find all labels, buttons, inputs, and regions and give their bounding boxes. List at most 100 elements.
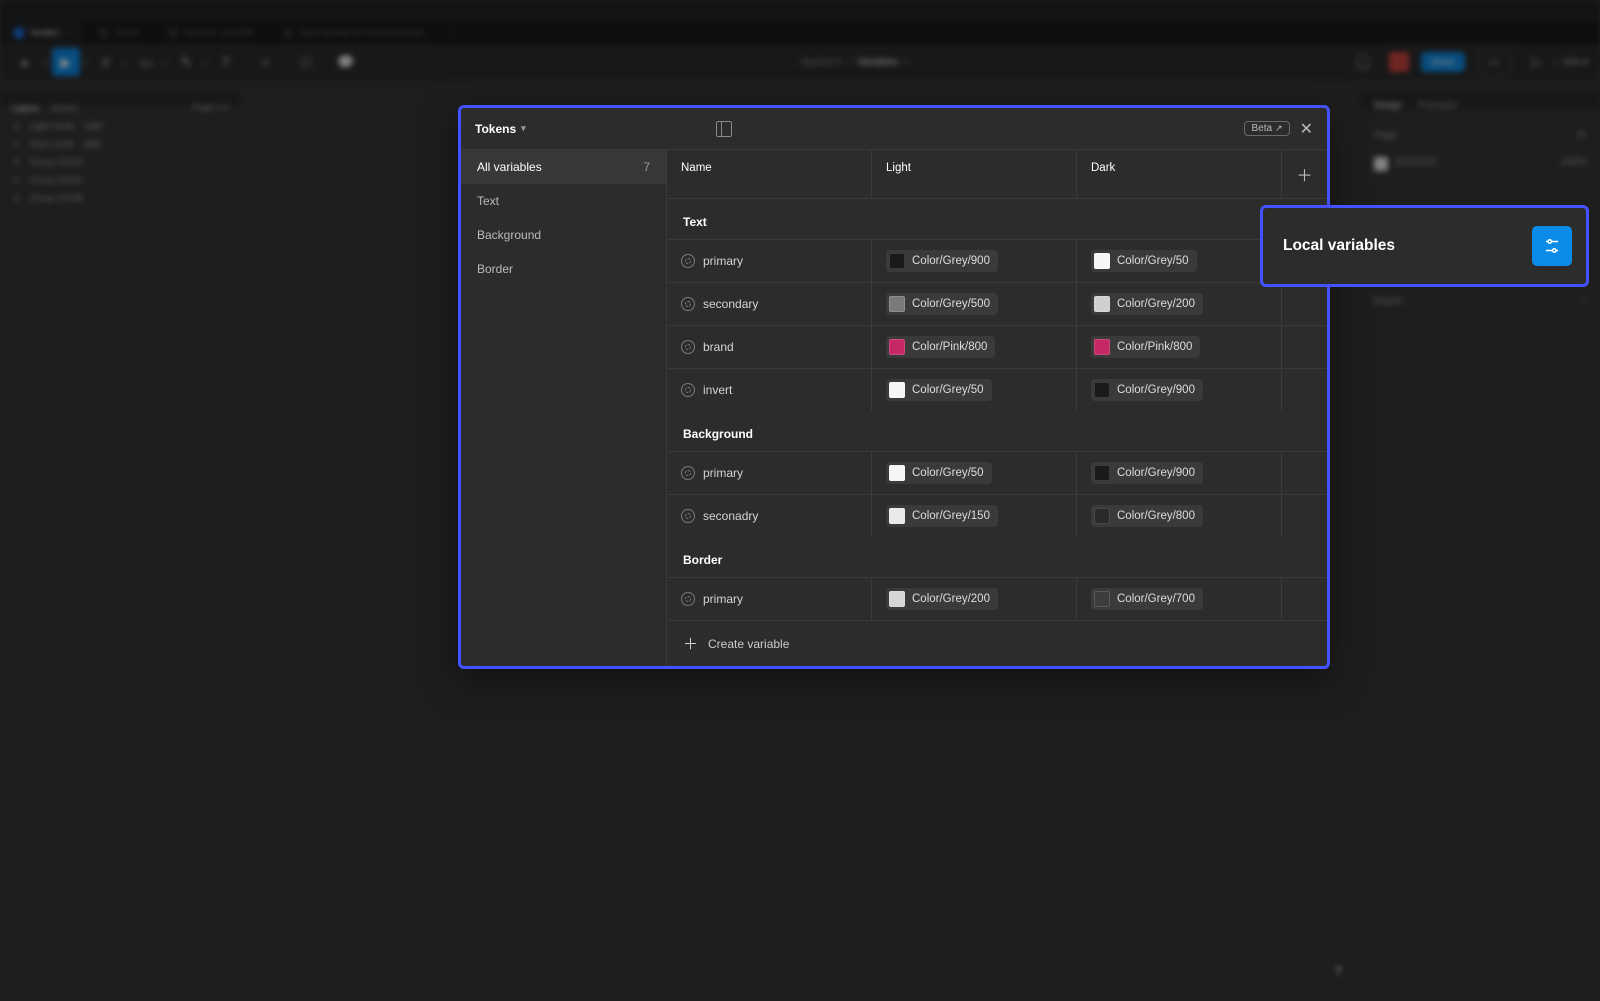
plus-icon: ＋	[683, 633, 698, 654]
frame-tool[interactable]: #▾	[92, 48, 120, 76]
color-variable-icon	[681, 297, 695, 311]
comment-tool[interactable]: 💬	[332, 48, 360, 76]
group-title: Background	[667, 411, 1327, 451]
columns-header: Name Light Dark ＋	[667, 150, 1327, 199]
tab-prototype[interactable]: Prototype	[1418, 100, 1457, 110]
main-toolbar: ▸▾ ▶▾ #▾ ▭▾ ✎▾ T ⌗ ⬡ 💬 digidop.fr / Vari…	[0, 44, 1600, 80]
variable-row[interactable]: primary Color/Grey/200 Color/Grey/700	[667, 577, 1327, 621]
group-title: Text	[667, 199, 1327, 239]
browser-tabs: Variables×YoutubeBlog 2023 - Q3 (NEW)Fig…	[0, 22, 1600, 44]
color-alias-chip[interactable]: Color/Grey/50	[1091, 250, 1197, 272]
local-variables-label: Local variables	[1283, 237, 1395, 255]
layer-row[interactable]: #Group 19130	[12, 171, 228, 189]
color-alias-chip[interactable]: Color/Pink/800	[1091, 336, 1200, 358]
variable-row[interactable]: primary Color/Grey/50 Color/Grey/900	[667, 451, 1327, 494]
variable-name[interactable]: invert	[703, 383, 732, 397]
layer-row[interactable]: #Dark modeDark	[12, 135, 228, 153]
share-button[interactable]: Share	[1421, 52, 1465, 72]
variable-row[interactable]: invert Color/Grey/50 Color/Grey/900	[667, 368, 1327, 411]
dev-mode-toggle[interactable]: </>	[1477, 48, 1511, 76]
resources-tool[interactable]: ⌗	[252, 48, 280, 76]
sidebar-item-all[interactable]: All variables7	[461, 150, 666, 184]
variable-name[interactable]: secondary	[703, 297, 758, 311]
color-alias-chip[interactable]: Color/Grey/900	[886, 250, 998, 272]
color-alias-chip[interactable]: Color/Pink/800	[886, 336, 995, 358]
create-variable-button[interactable]: ＋ Create variable	[667, 621, 1327, 666]
sidebar-item-background[interactable]: Background	[461, 218, 666, 252]
sliders-icon	[1543, 237, 1561, 255]
page-bg-opacity[interactable]: 100%	[1560, 157, 1586, 171]
color-variable-icon	[681, 383, 695, 397]
variable-name[interactable]: primary	[703, 592, 743, 606]
sidebar-toggle-icon[interactable]	[716, 121, 732, 137]
color-alias-chip[interactable]: Color/Grey/50	[886, 379, 992, 401]
page-bg-hex[interactable]: ECECEC	[1396, 157, 1438, 171]
color-alias-chip[interactable]: Color/Grey/500	[886, 293, 998, 315]
sidebar-item-text[interactable]: Text	[461, 184, 666, 218]
local-variables-callout: Local variables	[1260, 205, 1589, 287]
group-title: Border	[667, 537, 1327, 577]
color-alias-chip[interactable]: Color/Grey/700	[1091, 588, 1203, 610]
col-mode-dark[interactable]: Dark	[1077, 150, 1282, 198]
new-tab-button[interactable]: +	[439, 22, 463, 44]
color-alias-chip[interactable]: Color/Grey/900	[1091, 379, 1203, 401]
variable-name[interactable]: seconadry	[703, 509, 758, 523]
export-label[interactable]: Export	[1374, 296, 1403, 307]
add-mode-button[interactable]: ＋	[1296, 162, 1312, 186]
text-tool[interactable]: T	[212, 48, 240, 76]
col-name: Name	[667, 150, 872, 198]
variable-row[interactable]: brand Color/Pink/800 Color/Pink/800	[667, 325, 1327, 368]
variables-modal: Tokens▾ Beta↗ ✕ All variables7TextBackgr…	[458, 105, 1330, 669]
open-variables-button[interactable]	[1532, 226, 1572, 266]
col-mode-light[interactable]: Light	[872, 150, 1077, 198]
color-alias-chip[interactable]: Color/Grey/50	[886, 462, 992, 484]
audio-icon[interactable]: 🎧	[1349, 48, 1377, 76]
right-panel: Design Prototype Page ⟳ ECECEC 100% Loca…	[1360, 90, 1600, 110]
left-panel: Layers Assets Page 1 ▾ #Light modeLight#…	[0, 90, 240, 106]
tab-design[interactable]: Design	[1374, 100, 1402, 110]
main-menu[interactable]: ▸▾	[12, 48, 40, 76]
layer-row[interactable]: #Group 19128	[12, 189, 228, 207]
color-alias-chip[interactable]: Color/Grey/150	[886, 505, 998, 527]
color-alias-chip[interactable]: Color/Grey/200	[1091, 293, 1203, 315]
layer-row[interactable]: #Light modeLight	[12, 117, 228, 135]
browser-tab[interactable]: Variables×	[0, 22, 84, 44]
tab-layers[interactable]: Layers	[12, 103, 39, 113]
color-alias-chip[interactable]: Color/Grey/800	[1091, 505, 1203, 527]
variable-row[interactable]: secondary Color/Grey/500 Color/Grey/200	[667, 282, 1327, 325]
hand-tool[interactable]: ⬡	[292, 48, 320, 76]
variable-name[interactable]: brand	[703, 340, 734, 354]
sidebar-item-border[interactable]: Border	[461, 252, 666, 286]
color-variable-icon	[681, 466, 695, 480]
beta-badge[interactable]: Beta↗	[1244, 121, 1289, 136]
move-tool[interactable]: ▶▾	[52, 48, 80, 76]
page-select[interactable]: Page 1 ▾	[192, 102, 228, 113]
variable-row[interactable]: seconadry Color/Grey/150 Color/Grey/800	[667, 494, 1327, 537]
browser-tab[interactable]: Blog 2023 - Q3 (NEW)	[154, 22, 269, 44]
present-button[interactable]: ▷▾	[1523, 48, 1551, 76]
close-button[interactable]: ✕	[1300, 119, 1313, 139]
color-variable-icon	[681, 509, 695, 523]
variable-name[interactable]: primary	[703, 466, 743, 480]
help-button[interactable]: ?	[1326, 959, 1350, 983]
color-alias-chip[interactable]: Color/Grey/200	[886, 588, 998, 610]
color-variable-icon	[681, 254, 695, 268]
pen-tool[interactable]: ✎▾	[172, 48, 200, 76]
avatar[interactable]	[1389, 52, 1409, 72]
variable-name[interactable]: primary	[703, 254, 743, 268]
layer-row[interactable]: #Group 19129	[12, 153, 228, 171]
breadcrumb[interactable]: digidop.fr / Variables ▾	[801, 57, 908, 68]
color-variable-icon	[681, 340, 695, 354]
chevron-down-icon: ▾	[521, 123, 526, 134]
browser-tab[interactable]: Figma Variables Icon Pack (Community)	[269, 22, 439, 44]
groups-sidebar: All variables7TextBackgroundBorder	[461, 150, 667, 666]
color-variable-icon	[681, 592, 695, 606]
browser-tab[interactable]: Youtube	[84, 22, 154, 44]
shape-tool[interactable]: ▭▾	[132, 48, 160, 76]
zoom-select[interactable]: 25% ▾	[1563, 57, 1588, 68]
color-alias-chip[interactable]: Color/Grey/900	[1091, 462, 1203, 484]
section-page: Page	[1374, 130, 1397, 141]
tab-assets[interactable]: Assets	[51, 103, 78, 113]
variable-row[interactable]: primary Color/Grey/900 Color/Grey/50	[667, 239, 1327, 282]
tokens-collection-select[interactable]: Tokens▾	[475, 122, 526, 136]
